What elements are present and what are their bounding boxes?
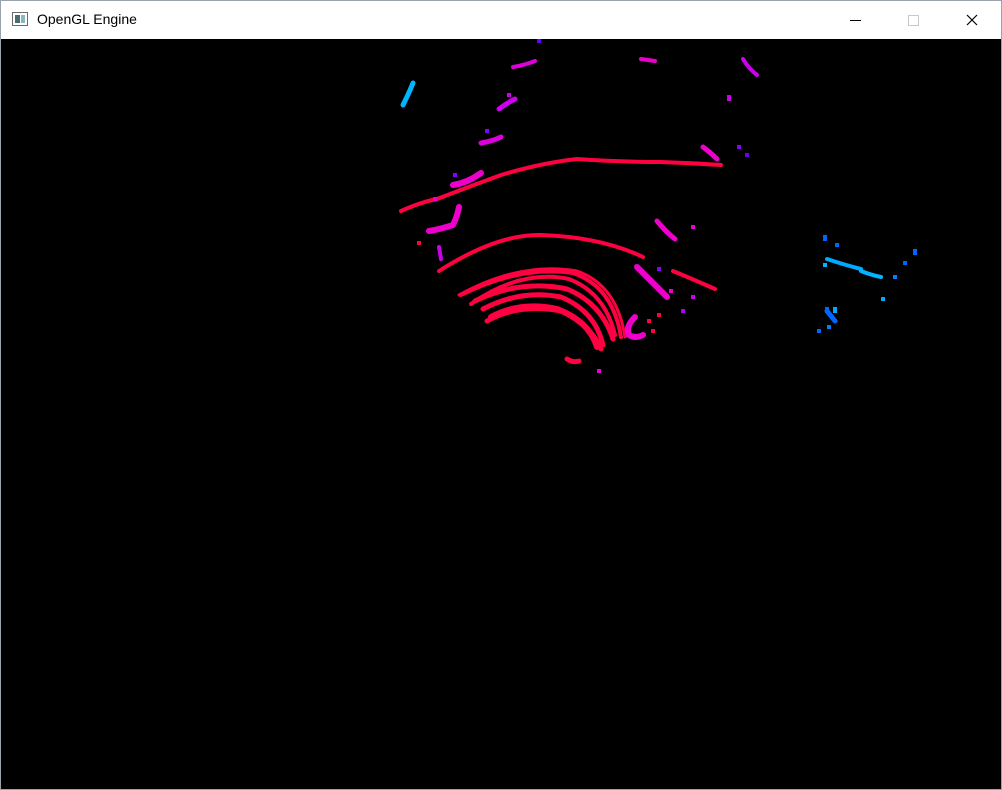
lidar-point: [903, 261, 907, 265]
point-cloud-canvas: [399, 39, 917, 373]
lidar-point: [893, 275, 897, 279]
lidar-object: [639, 57, 657, 63]
lidar-point: [745, 153, 749, 157]
lidar-object: [437, 245, 443, 261]
lidar-point: [651, 329, 655, 333]
lidar-point: [835, 243, 839, 247]
lidar-object: [496, 96, 518, 112]
lidar-object: [426, 204, 462, 234]
lidar-point: [647, 319, 651, 323]
lidar-point: [669, 289, 673, 293]
lidar-point: [817, 329, 821, 333]
window-title: OpenGL Engine: [37, 11, 137, 27]
lidar-object: [825, 257, 863, 271]
lidar-point: [823, 235, 827, 241]
lidar-point: [507, 93, 511, 97]
lidar-point: [453, 173, 457, 177]
lidar-object: [624, 314, 646, 340]
lidar-point: [657, 267, 661, 271]
close-button[interactable]: [943, 1, 1001, 39]
lidar-ring: [437, 232, 645, 273]
app-window-icon[interactable]: [12, 12, 28, 26]
maximize-icon: [908, 15, 919, 26]
lidar-point: [433, 197, 437, 201]
lidar-object: [654, 218, 678, 242]
lidar-object: [859, 269, 883, 279]
lidar-point: [881, 297, 885, 301]
minimize-button[interactable]: [827, 1, 885, 39]
lidar-point: [825, 307, 829, 313]
minimize-icon: [850, 20, 861, 21]
lidar-point: [681, 309, 685, 313]
lidar-point: [833, 307, 837, 313]
lidar-point: [913, 249, 917, 255]
lidar-point: [827, 325, 831, 329]
lidar-point: [485, 129, 489, 133]
lidar-object: [700, 144, 720, 162]
lidar-object: [478, 134, 504, 146]
lidar-point: [737, 145, 741, 149]
lidar-point: [537, 39, 541, 43]
lidar-point: [823, 263, 827, 267]
opengl-window: OpenGL Engine: [0, 0, 1002, 790]
lidar-object: [741, 57, 759, 77]
close-icon: [966, 14, 978, 26]
lidar-point: [691, 295, 695, 299]
lidar-object: [400, 80, 416, 108]
lidar-object: [511, 59, 537, 69]
title-bar[interactable]: OpenGL Engine: [1, 1, 1001, 39]
lidar-point: [597, 369, 601, 373]
lidar-ring: [671, 269, 717, 291]
lidar-point: [417, 241, 421, 245]
lidar-point: [657, 313, 661, 317]
lidar-point: [691, 225, 695, 229]
lidar-ring: [564, 356, 582, 365]
lidar-point: [727, 95, 731, 101]
lidar-object: [634, 264, 670, 300]
maximize-button[interactable]: [885, 1, 943, 39]
render-viewport[interactable]: [1, 39, 1001, 789]
lidar-ring: [480, 292, 606, 348]
lidar-ring: [399, 157, 723, 213]
